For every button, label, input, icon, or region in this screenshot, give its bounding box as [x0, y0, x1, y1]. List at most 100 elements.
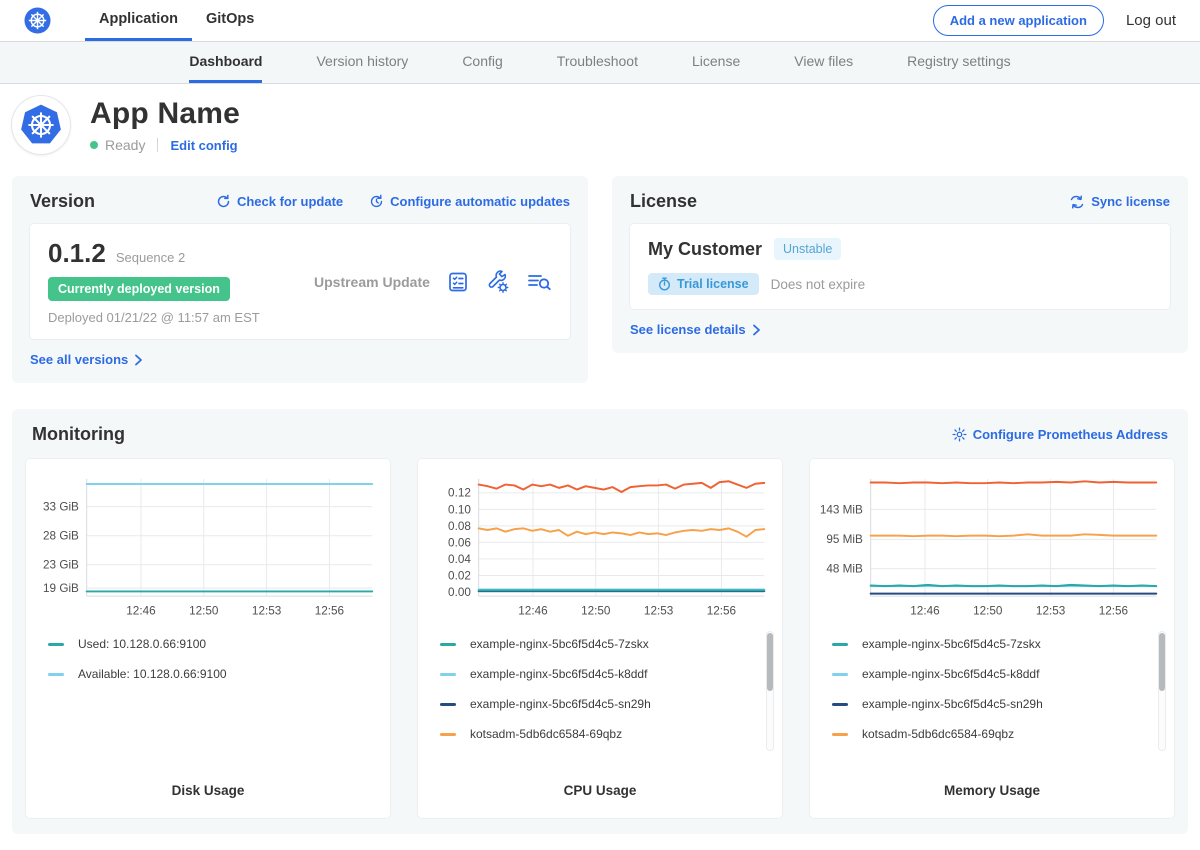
legend-scrollbar[interactable] [766, 631, 774, 751]
legend-item[interactable]: example-nginx-5bc6f5d4c5-7zskx [832, 637, 1146, 651]
svg-text:0.04: 0.04 [448, 553, 471, 566]
monitoring-title: Monitoring [32, 424, 125, 445]
configure-prometheus-label: Configure Prometheus Address [973, 427, 1168, 442]
subnav-config[interactable]: Config [462, 42, 502, 83]
legend-color-dash [832, 703, 848, 706]
logout-link[interactable]: Log out [1126, 12, 1176, 29]
version-card-title: Version [30, 191, 95, 212]
tab-application[interactable]: Application [85, 0, 192, 41]
auto-update-clock-icon [369, 194, 384, 209]
svg-text:12:46: 12:46 [518, 605, 547, 618]
license-card-title: License [630, 191, 697, 212]
app-subnav: Dashboard Version history Config Trouble… [0, 42, 1200, 84]
preflight-checks-icon[interactable] [446, 270, 470, 294]
status-badge: Ready [105, 137, 145, 153]
svg-text:0.08: 0.08 [448, 520, 471, 533]
legend-item[interactable]: example-nginx-5bc6f5d4c5-sn29h [832, 697, 1146, 711]
legend-label: Available: 10.128.0.66:9100 [78, 667, 227, 681]
legend-color-dash [832, 673, 848, 676]
legend-color-dash [832, 733, 848, 736]
check-for-update-link[interactable]: Check for update [216, 194, 343, 209]
legend-scrollbar[interactable] [1158, 631, 1166, 751]
config-wrench-icon[interactable] [486, 270, 510, 294]
legend-label: kotsadm-5db6dc6584-69qbz [470, 727, 622, 741]
deploy-logs-icon[interactable] [526, 270, 552, 294]
refresh-icon [216, 194, 231, 209]
see-all-versions-link[interactable]: See all versions [30, 352, 143, 367]
subnav-view-files[interactable]: View files [794, 42, 853, 83]
svg-text:12:56: 12:56 [707, 605, 736, 618]
svg-text:48 MiB: 48 MiB [826, 563, 863, 576]
memory-usage-chart-title: Memory Usage [810, 783, 1174, 798]
legend-label: example-nginx-5bc6f5d4c5-7zskx [470, 637, 649, 651]
channel-badge: Unstable [774, 238, 841, 260]
subnav-dashboard[interactable]: Dashboard [189, 42, 262, 83]
svg-text:12:46: 12:46 [126, 605, 155, 618]
legend-item[interactable]: kotsadm-5db6dc6584-69qbz [440, 727, 754, 741]
check-for-update-label: Check for update [237, 194, 343, 209]
legend-item[interactable]: example-nginx-5bc6f5d4c5-k8ddf [440, 667, 754, 681]
sync-icon [1069, 195, 1085, 209]
legend-label: example-nginx-5bc6f5d4c5-7zskx [862, 637, 1041, 651]
disk-usage-chart-card: 12:4612:5012:5312:5619 GiB23 GiB28 GiB33… [26, 459, 390, 818]
legend-item[interactable]: Used: 10.128.0.66:9100 [48, 637, 362, 651]
memory-usage-chart-card: 12:4612:5012:5312:5648 MiB95 MiB143 MiB … [810, 459, 1174, 818]
subnav-registry-settings-label: Registry settings [907, 53, 1010, 69]
subnav-version-history-label: Version history [316, 53, 408, 69]
svg-text:12:56: 12:56 [1099, 605, 1128, 618]
svg-text:143 MiB: 143 MiB [820, 503, 863, 516]
legend-color-dash [440, 643, 456, 646]
see-license-details-label: See license details [630, 322, 746, 337]
svg-text:0.06: 0.06 [448, 536, 471, 549]
legend-scrollbar-thumb[interactable] [1159, 633, 1165, 691]
legend-label: kotsadm-5db6dc6584-69qbz [862, 727, 1014, 741]
svg-text:12:50: 12:50 [581, 605, 611, 618]
chevron-right-icon [752, 324, 761, 336]
legend-item[interactable]: kotsadm-5db6dc6584-69qbz [832, 727, 1146, 741]
svg-text:33 GiB: 33 GiB [43, 501, 79, 514]
tab-gitops[interactable]: GitOps [192, 0, 268, 41]
sequence-label: Sequence 2 [116, 250, 185, 265]
svg-text:12:50: 12:50 [973, 605, 1003, 618]
top-navbar: Application GitOps Add a new application… [0, 0, 1200, 42]
chevron-right-icon [134, 354, 143, 366]
memory-usage-legend: example-nginx-5bc6f5d4c5-7zskx example-ng… [810, 625, 1174, 771]
see-license-details-link[interactable]: See license details [630, 322, 761, 337]
legend-color-dash [440, 733, 456, 736]
subnav-version-history[interactable]: Version history [316, 42, 408, 83]
add-new-application-button[interactable]: Add a new application [933, 5, 1104, 36]
configure-automatic-updates-link[interactable]: Configure automatic updates [369, 194, 570, 209]
top-tabs: Application GitOps [85, 0, 268, 41]
legend-item[interactable]: Available: 10.128.0.66:9100 [48, 667, 362, 681]
memory-usage-chart: 12:4612:5012:5312:5648 MiB95 MiB143 MiB [810, 459, 1174, 625]
disk-usage-legend: Used: 10.128.0.66:9100 Available: 10.128.… [26, 625, 390, 771]
license-expiry-text: Does not expire [771, 277, 866, 292]
legend-item[interactable]: example-nginx-5bc6f5d4c5-7zskx [440, 637, 754, 651]
subnav-registry-settings[interactable]: Registry settings [907, 42, 1010, 83]
subnav-view-files-label: View files [794, 53, 853, 69]
legend-item[interactable]: example-nginx-5bc6f5d4c5-sn29h [440, 697, 754, 711]
svg-text:12:50: 12:50 [189, 605, 219, 618]
svg-text:0.02: 0.02 [448, 569, 471, 582]
configure-prometheus-link[interactable]: Configure Prometheus Address [952, 427, 1168, 442]
cpu-usage-chart: 12:4612:5012:5312:560.000.020.040.060.08… [418, 459, 782, 625]
subnav-troubleshoot[interactable]: Troubleshoot [557, 42, 638, 83]
svg-text:12:53: 12:53 [252, 605, 281, 618]
subnav-license[interactable]: License [692, 42, 740, 83]
legend-label: example-nginx-5bc6f5d4c5-sn29h [470, 697, 651, 711]
legend-label: example-nginx-5bc6f5d4c5-k8ddf [470, 667, 647, 681]
svg-text:12:46: 12:46 [910, 605, 939, 618]
edit-config-link[interactable]: Edit config [170, 138, 237, 153]
see-all-versions-label: See all versions [30, 352, 128, 367]
customer-name: My Customer [648, 239, 762, 260]
svg-text:0.10: 0.10 [448, 503, 471, 516]
status-dot-icon [90, 141, 98, 149]
svg-text:19 GiB: 19 GiB [43, 582, 79, 595]
legend-item[interactable]: example-nginx-5bc6f5d4c5-k8ddf [832, 667, 1146, 681]
trial-license-label: Trial license [677, 277, 749, 291]
svg-text:12:56: 12:56 [315, 605, 344, 618]
legend-color-dash [832, 643, 848, 646]
legend-scrollbar-thumb[interactable] [767, 633, 773, 691]
sync-license-link[interactable]: Sync license [1069, 194, 1170, 209]
kubernetes-logo-icon [24, 0, 51, 41]
